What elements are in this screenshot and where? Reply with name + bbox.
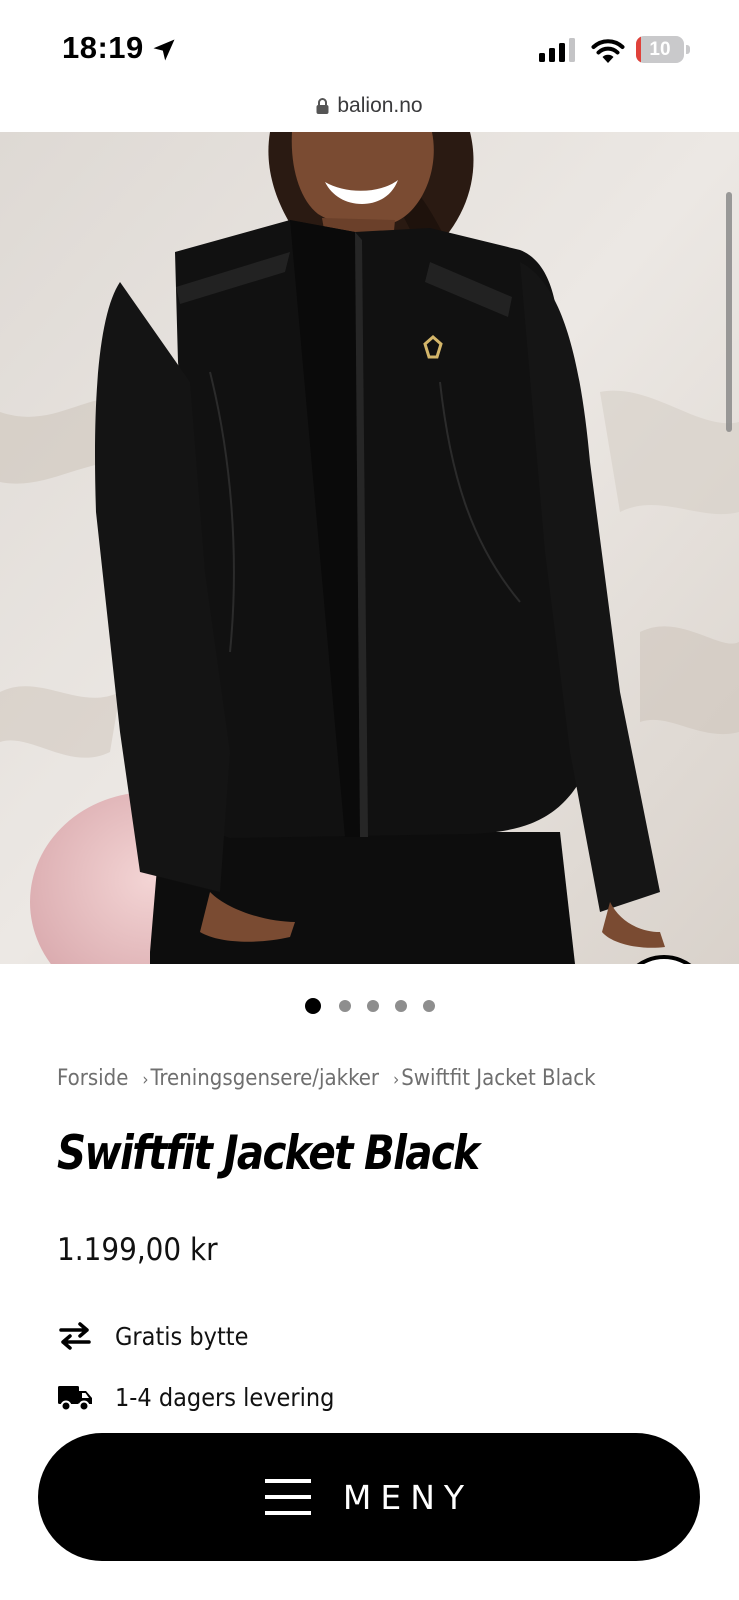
status-time: 18:19 [62, 30, 144, 65]
menu-button[interactable]: MENY [38, 1433, 700, 1561]
breadcrumb-link[interactable]: Treningsgensere/jakker [151, 1066, 380, 1091]
breadcrumb-separator: › [142, 1070, 149, 1090]
status-bar: 18:19 10 [0, 0, 739, 90]
breadcrumb-link: Swiftfit Jacket Black [401, 1066, 596, 1091]
page-scrollbar[interactable] [726, 192, 732, 432]
gallery-dot[interactable] [366, 1000, 379, 1012]
benefit-label: Gratis bytte [115, 1321, 249, 1351]
battery-indicator: 10 [636, 36, 690, 63]
breadcrumb-separator: › [393, 1070, 400, 1090]
gallery-dot[interactable] [394, 1000, 407, 1012]
gallery-dot[interactable] [304, 998, 321, 1014]
breadcrumb-link[interactable]: Forside [57, 1066, 128, 1091]
benefit-label: 1-4 dagers levering [115, 1382, 335, 1412]
gallery-dot[interactable] [422, 1000, 435, 1012]
menu-label: MENY [342, 1477, 474, 1517]
product-title: Swiftfit Jacket Black [57, 1126, 480, 1181]
cellular-signal-icon [539, 38, 575, 62]
url-text: balion.no [337, 94, 423, 117]
address-bar[interactable]: balion.no [0, 88, 739, 132]
location-arrow-icon [153, 39, 175, 61]
wifi-icon [591, 39, 625, 63]
lock-icon [316, 98, 329, 114]
product-page: 18:19 10 balion.no Forside ›Treningsgens… [0, 0, 739, 1600]
gallery-dot[interactable] [338, 1000, 351, 1012]
product-photo [0, 132, 739, 964]
exchange-arrows-icon [59, 1322, 91, 1350]
benefit-delivery: 1-4 dagers levering [57, 1379, 334, 1415]
benefit-free-exchange: Gratis bytte [57, 1318, 248, 1354]
delivery-truck-icon [58, 1386, 92, 1412]
battery-level: 10 [649, 39, 671, 60]
gallery-pagination [0, 994, 739, 1018]
breadcrumb: Forside ›Treningsgensere/jakker ›Swiftfit … [57, 1066, 596, 1091]
hamburger-icon [264, 1479, 311, 1515]
product-price: 1.199,00 kr [57, 1232, 218, 1268]
product-image[interactable] [0, 132, 739, 964]
